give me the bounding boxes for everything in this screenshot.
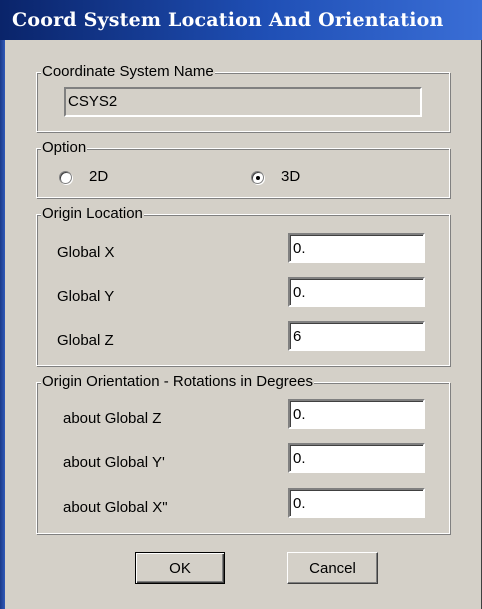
about-global-x-label: about Global X" (63, 499, 168, 516)
global-y-input[interactable] (288, 277, 425, 307)
window-title: Coord System Location And Orientation (12, 9, 444, 31)
about-global-x-input[interactable] (288, 488, 425, 518)
radio-2d[interactable] (59, 171, 72, 184)
global-z-input[interactable] (288, 321, 425, 351)
radio-3d-label[interactable]: 3D (281, 168, 300, 186)
radio-selected-dot (256, 176, 260, 180)
global-y-label: Global Y (57, 288, 115, 305)
global-x-label: Global X (57, 244, 115, 261)
coordinate-system-name-legend: Coordinate System Name (41, 63, 215, 81)
origin-orientation-legend: Origin Orientation - Rotations in Degree… (41, 373, 314, 391)
about-global-z-input[interactable] (288, 399, 425, 429)
about-global-y-input[interactable] (288, 443, 425, 473)
coord-system-dialog: Coord System Location And Orientation Co… (0, 0, 482, 609)
radio-3d[interactable] (251, 171, 264, 184)
ok-button[interactable]: OK (135, 552, 225, 584)
coordinate-system-name-field: CSYS2 (64, 87, 422, 117)
option-group: Option 2D 3D (36, 139, 450, 198)
window-left-border (0, 40, 5, 609)
coordinate-system-name-group: Coordinate System Name CSYS2 (36, 63, 450, 132)
origin-location-group: Origin Location Global X Global Y Global… (36, 205, 450, 366)
option-legend: Option (41, 139, 88, 157)
global-x-input[interactable] (288, 233, 425, 263)
cancel-button[interactable]: Cancel (287, 552, 378, 584)
origin-location-legend: Origin Location (41, 205, 144, 223)
origin-orientation-group: Origin Orientation - Rotations in Degree… (36, 373, 450, 534)
title-bar[interactable]: Coord System Location And Orientation (0, 0, 482, 40)
about-global-y-label: about Global Y' (63, 454, 165, 471)
global-z-label: Global Z (57, 332, 114, 349)
radio-2d-label[interactable]: 2D (89, 168, 108, 186)
about-global-z-label: about Global Z (63, 410, 162, 427)
